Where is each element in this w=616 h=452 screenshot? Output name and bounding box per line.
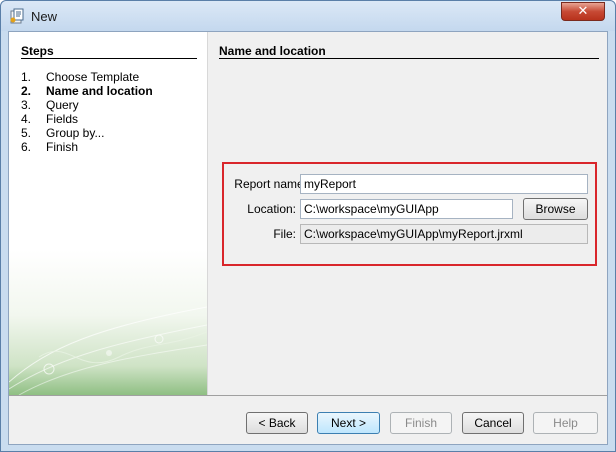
step-label: Query xyxy=(46,98,79,112)
file-path-field: C:\workspace\myGUIApp\myReport.jrxml xyxy=(300,224,588,244)
steps-panel: Steps 1. Choose Template 2. Name and locati… xyxy=(9,32,207,395)
step-label: Choose Template xyxy=(46,70,140,84)
step-item: 5. Group by... xyxy=(21,126,153,140)
decorative-swirl-graphic xyxy=(9,306,207,395)
title-bar[interactable]: New ✕ xyxy=(1,1,615,31)
close-button[interactable]: ✕ xyxy=(561,2,605,21)
next-button[interactable]: Next > xyxy=(317,412,380,434)
location-input[interactable]: C:\workspace\myGUIApp xyxy=(300,199,513,219)
step-label: Finish xyxy=(46,140,79,154)
finish-button[interactable]: Finish xyxy=(390,412,452,434)
wizard-client-area: Steps 1. Choose Template 2. Name and locati… xyxy=(8,31,608,445)
step-label: Group by... xyxy=(46,126,105,140)
location-label: Location: xyxy=(247,202,296,216)
step-number: 1. xyxy=(21,70,32,84)
cancel-button[interactable]: Cancel xyxy=(462,412,524,434)
highlighted-form-region: Report name: myReport Location: C:\works… xyxy=(222,162,597,266)
step-number: 6. xyxy=(21,140,32,154)
step-label: Name and location xyxy=(46,84,153,98)
footer-divider xyxy=(9,395,607,396)
close-icon: ✕ xyxy=(577,4,589,19)
file-label: File: xyxy=(273,227,296,241)
help-button[interactable]: Help xyxy=(533,412,598,434)
window-title: New xyxy=(31,9,58,24)
report-name-input[interactable]: myReport xyxy=(300,174,588,194)
page-title: Name and location xyxy=(219,44,326,58)
step-number: 5. xyxy=(21,126,32,140)
step-number: 4. xyxy=(21,112,32,126)
report-name-label: Report name: xyxy=(234,177,307,191)
step-number: 2. xyxy=(21,84,32,98)
browse-button[interactable]: Browse xyxy=(523,198,588,220)
wizard-window: New ✕ Steps 1. Choose Template 2. Name and … xyxy=(0,0,616,452)
step-item: 3. Query xyxy=(21,98,153,112)
back-button[interactable]: < Back xyxy=(246,412,308,434)
app-icon xyxy=(10,8,24,24)
panel-divider xyxy=(207,32,208,395)
steps-heading: Steps xyxy=(21,44,54,58)
step-item: 2. Name and location xyxy=(21,84,153,98)
step-number: 3. xyxy=(21,98,32,112)
title-divider xyxy=(219,58,599,59)
steps-divider xyxy=(21,58,197,59)
step-item: 4. Fields xyxy=(21,112,153,126)
step-item: 6. Finish xyxy=(21,140,153,154)
step-label: Fields xyxy=(46,112,79,126)
step-item: 1. Choose Template xyxy=(21,70,153,84)
steps-list: 1. Choose Template 2. Name and location 3. Qu… xyxy=(21,70,153,154)
